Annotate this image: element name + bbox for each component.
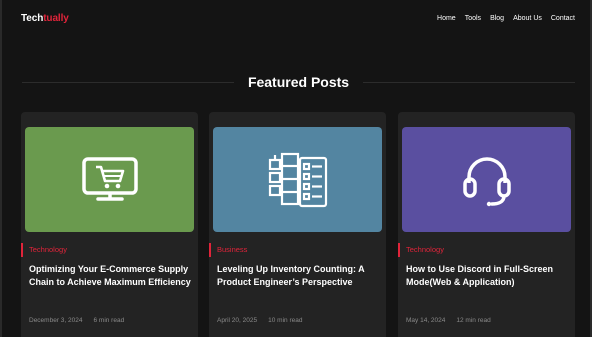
featured-posts-heading: Featured Posts <box>22 72 576 92</box>
post-category[interactable]: Business <box>217 245 247 254</box>
post-read-time: 10 min read <box>268 317 303 324</box>
logo-text-tech: Tech <box>21 13 44 24</box>
post-category[interactable]: Technology <box>406 245 444 254</box>
post-thumbnail[interactable] <box>213 127 382 232</box>
site-logo[interactable]: Techtually <box>21 13 69 24</box>
post-date: May 14, 2024 <box>406 317 446 324</box>
nav-tools[interactable]: Tools <box>465 15 481 22</box>
logo-text-tually: tually <box>43 13 69 24</box>
category-accent-bar <box>398 243 400 257</box>
post-date: December 3, 2024 <box>29 317 83 324</box>
nav-contact[interactable]: Contact <box>551 15 575 22</box>
post-title[interactable]: How to Use Discord in Full-Screen Mode(W… <box>406 263 570 288</box>
site-header: Techtually Home Tools Blog About Us Cont… <box>2 0 590 40</box>
post-title[interactable]: Optimizing Your E-Commerce Supply Chain … <box>29 263 193 288</box>
page: Techtually Home Tools Blog About Us Cont… <box>0 0 592 337</box>
post-meta: December 3, 2024 6 min read <box>29 317 124 324</box>
post-meta: May 14, 2024 12 min read <box>406 317 491 324</box>
post-meta: April 20, 2025 10 min read <box>217 317 302 324</box>
nav-home[interactable]: Home <box>437 15 456 22</box>
post-card[interactable]: Technology Optimizing Your E-Commerce Su… <box>21 112 198 337</box>
post-read-time: 6 min read <box>93 317 125 324</box>
post-thumbnail[interactable] <box>402 127 571 232</box>
nav-about-us[interactable]: About Us <box>513 15 542 22</box>
checklist-shelves-icon <box>268 152 327 207</box>
post-category[interactable]: Technology <box>29 245 67 254</box>
shopping-cart-monitor-icon <box>81 156 138 201</box>
post-card[interactable]: Technology How to Use Discord in Full-Sc… <box>398 112 575 337</box>
main-nav: Home Tools Blog About Us Contact <box>437 15 575 22</box>
post-title[interactable]: Leveling Up Inventory Counting: A Produc… <box>217 263 381 288</box>
nav-blog[interactable]: Blog <box>490 15 504 22</box>
post-card[interactable]: Business Leveling Up Inventory Counting:… <box>209 112 386 337</box>
post-thumbnail[interactable] <box>25 127 194 232</box>
post-date: April 20, 2025 <box>217 317 258 324</box>
category-accent-bar <box>209 243 211 257</box>
post-read-time: 12 min read <box>456 317 491 324</box>
section-title: Featured Posts <box>247 74 350 90</box>
heading-divider-left <box>22 81 234 83</box>
heading-divider-right <box>363 81 576 83</box>
headset-icon <box>462 156 511 206</box>
category-accent-bar <box>21 243 23 257</box>
